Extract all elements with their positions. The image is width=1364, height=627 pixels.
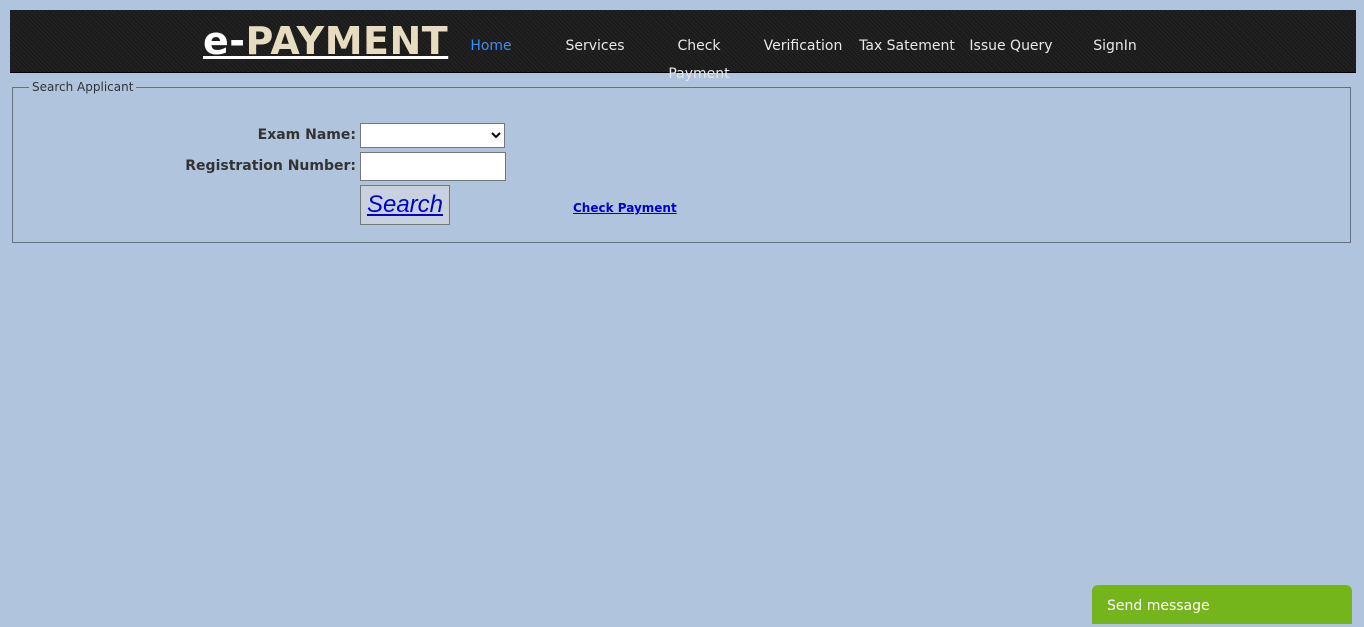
registration-number-label: Registration Number: <box>185 158 356 174</box>
nav-signin[interactable]: SignIn <box>1063 32 1167 60</box>
exam-name-select[interactable] <box>360 123 505 148</box>
send-message-chat-button[interactable]: Send message <box>1092 585 1352 624</box>
check-payment-link[interactable]: Check Payment <box>573 201 677 215</box>
registration-number-input[interactable] <box>360 152 506 181</box>
top-navbar: e-PAYMENT Home Services Check Payment Ve… <box>10 10 1356 82</box>
nav-issue-query[interactable]: Issue Query <box>959 32 1063 60</box>
logo-main: PAYMENT <box>245 19 449 63</box>
logo-prefix: e- <box>203 19 246 63</box>
nav-services[interactable]: Services <box>543 32 647 60</box>
site-logo[interactable]: e-PAYMENT <box>203 18 448 64</box>
nav-tax-statement[interactable]: Tax Satement <box>855 32 959 60</box>
nav-verification[interactable]: Verification <box>751 32 855 60</box>
nav-home[interactable]: Home <box>439 32 543 60</box>
fieldset-legend: Search Applicant <box>32 80 134 94</box>
search-button[interactable]: Search <box>360 185 450 225</box>
exam-name-label: Exam Name: <box>257 127 356 143</box>
